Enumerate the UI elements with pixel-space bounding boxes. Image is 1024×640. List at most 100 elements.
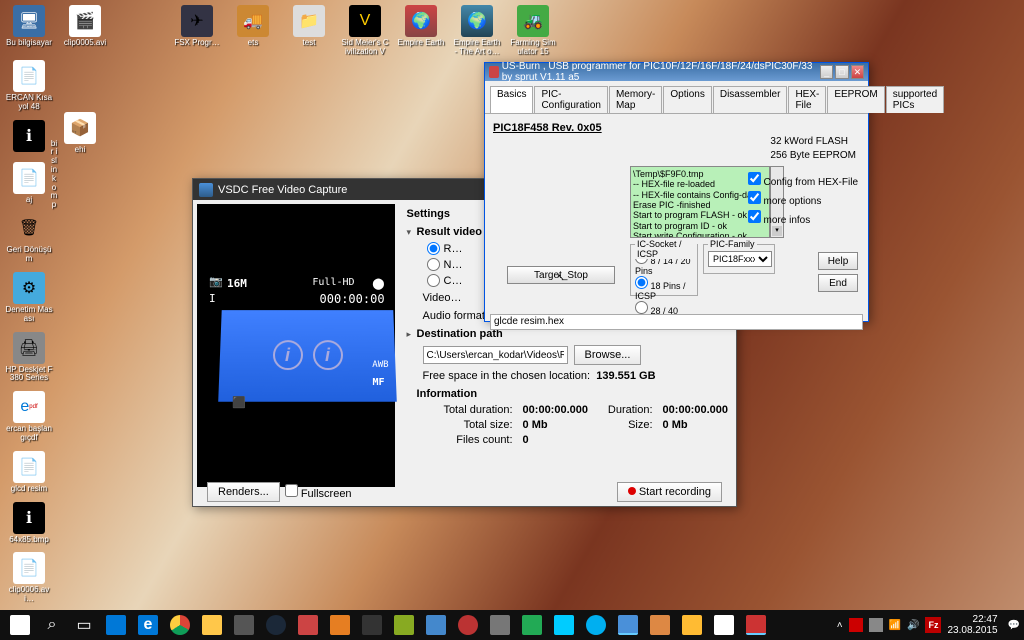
tab-disassembler[interactable]: Disassembler [713,86,788,113]
desktop-icon[interactable]: 📄ERCAN Kısayol 48 [5,60,53,112]
tab-options[interactable]: Options [663,86,711,113]
video-radio[interactable] [427,274,440,287]
notifications-icon[interactable]: 💬 [1008,620,1020,631]
usburn-titlebar[interactable]: US-Burn , USB programmer for PIC10F/12F/… [485,63,868,81]
edge-button[interactable]: e [132,611,164,639]
info-header: Information [417,388,478,400]
taskbar-app[interactable] [708,611,740,639]
pic-family-select[interactable]: PIC18Fxxx [708,251,772,267]
desktop-icon[interactable]: ℹ64x85.bmp [5,502,53,545]
usburn-title-text: US-Burn , USB programmer for PIC10F/12F/… [502,61,818,83]
taskbar-app[interactable] [452,611,484,639]
printer-icon[interactable]: 🖨HP Deskjet F380 Series [5,332,53,384]
taskbar-app[interactable] [548,611,580,639]
close-button[interactable]: ✕ [851,65,864,79]
chip-specs: 32 kWord FLASH 256 Byte EEPROM [770,136,856,161]
taskbar-app[interactable] [516,611,548,639]
recycle-bin-icon[interactable]: 🗑Geri Dönüşüm [5,212,53,264]
steam-button[interactable] [260,611,292,639]
config-hex-checkbox[interactable] [748,172,761,185]
collapse-arrow-icon[interactable]: ▾ [407,227,417,238]
taskbar-app[interactable] [388,611,420,639]
desktop-icon[interactable]: ✈FSX Progr… [173,5,221,57]
tray-icon[interactable] [849,618,863,632]
tab-supported-pics[interactable]: supported PICs [886,86,944,113]
start-recording-button[interactable]: Start recording [617,482,722,502]
desktop-icon[interactable]: 📦ehi [56,112,104,155]
volume-icon[interactable]: 🔊 [907,620,919,631]
more-infos-checkbox[interactable] [748,210,761,223]
maximize-button[interactable]: □ [835,65,848,79]
help-button[interactable]: Help [818,252,858,270]
minimize-button[interactable]: _ [820,65,833,79]
desktop-icon[interactable]: 📄aj [5,162,53,205]
taskbar-app[interactable] [612,611,644,639]
tray-icon[interactable] [869,618,883,632]
desktop-icon[interactable]: VSid Meier's Civilization V [341,5,389,57]
taskbar-clock[interactable]: 22:4723.08.2015 [947,614,1001,636]
search-button[interactable]: ⌕ [36,611,68,639]
desktop-icon[interactable]: 🚜Farming Simulator 15 [509,5,557,57]
record-dot-icon: ⬤ [372,277,384,290]
fullscreen-checkbox[interactable] [285,484,298,497]
taskbar-app[interactable] [356,611,388,639]
taskbar-app[interactable] [292,611,324,639]
video-radio[interactable] [427,258,440,271]
t-icon: ⬛ [232,396,246,409]
control-panel-icon[interactable]: ⚙Denetim Masası [5,272,53,324]
desktop-icon[interactable]: 🚚ets [229,5,277,57]
tab-basics[interactable]: Basics [490,86,533,113]
socket-radio[interactable] [635,301,648,314]
more-options-checkbox[interactable] [748,191,761,204]
desktop-icon[interactable]: 📄clip0006.avi… [5,552,53,604]
taskbar-app[interactable] [676,611,708,639]
desktop-icon[interactable]: 🖥Bu bilgisayar [5,5,53,57]
network-icon[interactable]: 📶 [889,620,901,631]
browse-button[interactable]: Browse... [574,345,642,365]
desktop-icon[interactable]: 📁test [285,5,333,57]
awb-label: AWB [372,360,388,370]
filezilla-icon[interactable]: Fz [925,617,941,633]
desktop-icon[interactable]: 🌍Empire Earth [397,5,445,57]
chrome-button[interactable] [164,611,196,639]
taskbar-app[interactable] [484,611,516,639]
hex-file-path[interactable]: glcde resim.hex [490,314,863,330]
taskbar-app[interactable] [420,611,452,639]
socket-group: IC-Socket / ICSP 8 / 14 / 20 Pins 18 Pin… [630,244,698,296]
usburn-app-icon [489,66,499,78]
chip-label: PIC18F458 Rev. 0x05 [493,122,860,134]
desktop-icon[interactable]: 🎬clip0005.avi [61,5,109,57]
tray-up-icon[interactable]: ˄ [837,620,843,631]
video-preview: 📷 16M Full-HD ⬤ I 000:00:00 i i AWB MF ⬛ [197,204,395,487]
tab-eeprom[interactable]: EEPROM [827,86,884,113]
tab-memory-map[interactable]: Memory-Map [609,86,662,113]
desktop-icon[interactable]: ℹbir islinkomp [5,120,53,154]
family-group: PIC-Family PIC18Fxxx [703,244,775,274]
explorer-button[interactable] [196,611,228,639]
collapse-arrow-icon[interactable]: ▸ [407,329,417,340]
tab-pic-config[interactable]: PIC-Configuration [534,86,607,113]
taskbar-app[interactable] [324,611,356,639]
taskbar-app[interactable] [740,611,772,639]
taskbar-app[interactable] [644,611,676,639]
socket-radio[interactable] [635,276,648,289]
info-icon: i [312,340,342,370]
vsdc-title-text: VSDC Free Video Capture [218,184,347,196]
taskbar-app[interactable] [228,611,260,639]
desktop-icon[interactable]: 📄glcd resim [5,451,53,494]
skype-button[interactable] [580,611,612,639]
end-button[interactable]: End [818,274,858,292]
taskbar: ⊞ ⌕ ▭ e ˄ 📶 🔊 Fz 22:4723.08.2015 💬 [0,610,1024,640]
store-button[interactable] [100,611,132,639]
tab-hex-file[interactable]: HEX-File [788,86,826,113]
record-icon [628,487,636,495]
start-button[interactable]: ⊞ [4,611,36,639]
info-icon: i [272,340,302,370]
video-radio[interactable] [427,242,440,255]
usburn-tabs: Basics PIC-Configuration Memory-Map Opti… [485,81,868,114]
edge-icon[interactable]: epdfercan başlangıçdf [5,391,53,443]
task-view-button[interactable]: ▭ [68,611,100,639]
path-input[interactable] [423,346,568,364]
renders-button[interactable]: Renders... [207,482,280,502]
desktop-icon[interactable]: 🌍Empire Earth - The Art o… [453,5,501,57]
